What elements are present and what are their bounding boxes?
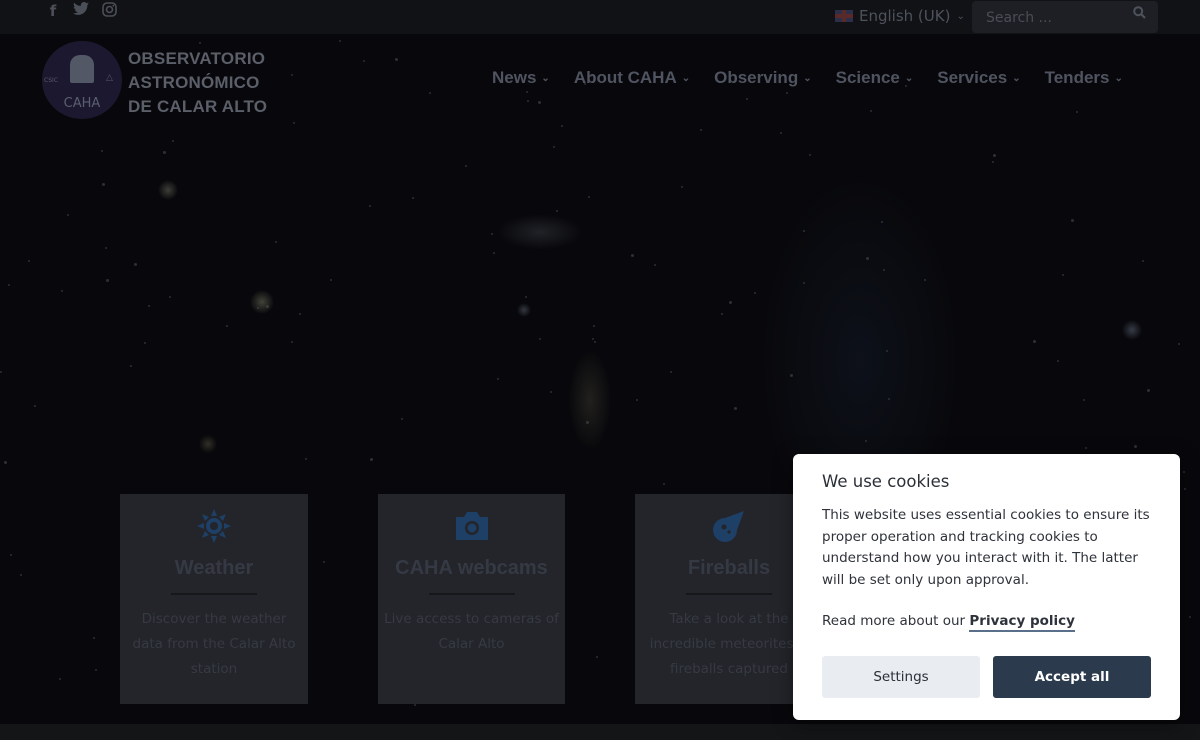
language-selector[interactable]: English (UK) ⌄ [835,7,965,25]
bottom-strip [0,724,1200,740]
card-description: Discover the weather data from the Calar… [132,611,296,677]
nav-item-science[interactable]: Science ⌄ [836,68,914,88]
card-divider [171,593,257,595]
logo-badge-text: CAHA [63,96,101,111]
triangle-icon: △ [106,73,113,83]
twitter-icon[interactable] [72,1,90,21]
nav-item-label: About CAHA [573,68,677,87]
nav-item-about-caha[interactable]: About CAHA ⌄ [574,68,690,88]
site-name-line: DE CALAR ALTO [128,97,268,116]
caha-logo[interactable]: CSIC △ CAHA [42,41,122,119]
sun-icon [120,508,308,544]
site-name-line: OBSERVATORIO [128,49,266,68]
chevron-down-icon: ⌄ [956,10,965,22]
nav-item-observing[interactable]: Observing ⌄ [714,68,811,88]
cookie-message: This website uses essential cookies to e… [822,507,1150,588]
cookie-privacy-prefix: Read more about our [822,613,966,629]
nav-item-label: News [492,68,537,87]
card-title: Weather [174,557,254,579]
card-divider [686,593,772,595]
observatory-dome-icon [70,55,94,83]
card-description: Live access to cameras of Calar Alto [384,611,559,652]
cookie-privacy-line: Read more about our Privacy policy [822,613,1075,632]
cookie-settings-button[interactable]: Settings [822,656,980,698]
chevron-down-icon: ⌄ [1114,72,1123,84]
nav-item-news[interactable]: News ⌄ [492,68,550,88]
uk-flag-icon [835,10,853,22]
camera-icon [378,508,565,544]
language-label: English (UK) [859,7,951,25]
accept-all-button[interactable]: Accept all [993,656,1151,698]
social-links: f [44,1,118,21]
nav-item-label: Services [937,68,1008,87]
card-caha-webcams[interactable]: CAHA webcams Live access to cameras of C… [378,494,565,704]
site-name-line: ASTRONÓMICO [128,73,260,92]
chevron-down-icon: ⌄ [541,72,550,84]
nav-item-label: Tenders [1044,68,1110,87]
csic-label: CSIC [44,77,58,84]
instagram-icon[interactable] [100,2,118,21]
chevron-down-icon: ⌄ [904,72,914,84]
search-icon[interactable] [1133,6,1146,23]
privacy-policy-link[interactable]: Privacy policy [969,613,1075,632]
cookie-consent-dialog: We use cookies This website uses essenti… [793,454,1180,720]
search-box [972,1,1158,33]
cookie-title: We use cookies [822,472,950,491]
card-divider [428,593,515,595]
nav-item-label: Observing [714,68,799,87]
chevron-down-icon: ⌄ [681,72,691,84]
card-title: CAHA webcams [395,557,548,579]
facebook-icon[interactable]: f [44,2,62,21]
search-input[interactable] [984,7,1128,29]
chevron-down-icon: ⌄ [803,72,812,84]
main-nav: News ⌄ About CAHA ⌄ Observing ⌄ Science ⌄ Se… [492,68,1147,88]
top-bar: f English (UK) ⌄ [0,0,1200,34]
site-name[interactable]: OBSERVATORIO ASTRONÓMICO DE CALAR ALTO [128,47,267,119]
chevron-down-icon: ⌄ [1012,72,1021,84]
card-weather[interactable]: Weather Discover the weather data from t… [120,494,308,704]
card-description: Take a look at the incredible meteorites… [649,611,809,677]
nav-item-tenders[interactable]: Tenders ⌄ [1045,68,1123,88]
nav-item-services[interactable]: Services ⌄ [937,68,1020,88]
nav-item-label: Science [835,68,900,87]
